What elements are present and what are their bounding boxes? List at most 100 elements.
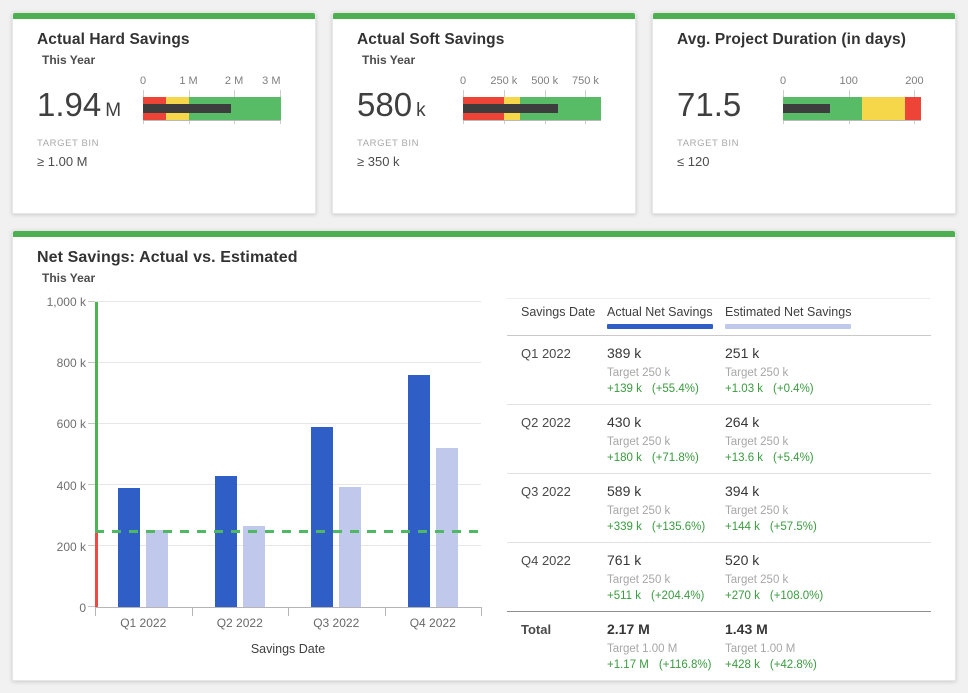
bullet-range-yellow <box>862 97 905 120</box>
actual-series-legend-bar <box>607 324 713 329</box>
table-row-q2-2022[interactable]: Q2 2022430 kTarget 250 k+180 k(+71.8%)26… <box>507 405 931 474</box>
bullet-range-red <box>905 97 921 120</box>
table-row-q1-2022[interactable]: Q1 2022389 kTarget 250 k+139 k(+55.4%)25… <box>507 336 931 405</box>
column-header-estimated-net-savings[interactable]: Estimated Net Savings <box>725 305 931 329</box>
net-savings-card[interactable]: Net Savings: Actual vs. Estimated This Y… <box>12 230 956 681</box>
actual-bar-q1-2022[interactable] <box>118 488 140 607</box>
bullet-tick-label: 100 <box>840 75 858 87</box>
actual-cell: 589 kTarget 250 k+339 k(+135.6%) <box>607 483 725 533</box>
estimated-cell: 1.43 M Target 1.00 M +428 k (+42.8%) <box>725 621 931 671</box>
y-axis-tick <box>88 545 95 546</box>
actual-variance: +1.17 M(+116.8%) <box>607 659 725 671</box>
estimated-bar-q4-2022[interactable] <box>436 448 458 607</box>
kpi-subtitle <box>682 53 931 68</box>
estimated-target: Target 1.00 M <box>725 643 931 655</box>
bullet-tick-labels: 01 M2 M3 M <box>143 75 281 90</box>
estimated-variance: +1.03 k(+0.4%) <box>725 383 931 395</box>
savings-table: Savings Date Actual Net Savings Estimate… <box>507 298 931 680</box>
variance-percent: (+71.8%) <box>652 452 699 464</box>
estimated-target: Target 250 k <box>725 505 931 517</box>
table-row-total[interactable]: Total2.17 MTarget 1.00 M+1.17 M(+116.8%)… <box>507 612 931 680</box>
chart-subtitle: This Year <box>42 271 931 286</box>
actual-value: 589 k <box>607 483 725 499</box>
y-axis: 0200 k400 k600 k800 k1,000 k <box>37 302 95 608</box>
kpi-value: 71.5 <box>677 88 783 121</box>
x-axis-tick <box>288 607 289 616</box>
bullet-body <box>463 90 601 127</box>
variance-percent: (+0.4%) <box>773 383 814 395</box>
variance-percent: (+42.8%) <box>770 659 817 671</box>
column-header-savings-date[interactable]: Savings Date <box>507 305 607 319</box>
estimated-value: 520 k <box>725 552 931 568</box>
column-header-label: Actual Net Savings <box>607 305 713 319</box>
kpi-card-actual-soft-savings[interactable]: Actual Soft Savings This Year 580k 0250 … <box>332 12 636 214</box>
actual-bar-q4-2022[interactable] <box>408 375 430 607</box>
y-axis-tick <box>88 301 95 302</box>
x-axis-tick <box>95 607 96 616</box>
x-axis-label: Q3 2022 <box>288 616 385 630</box>
y-axis-label: 800 k <box>57 356 86 370</box>
plot-area <box>95 302 481 608</box>
estimated-value: 251 k <box>725 345 931 361</box>
variance-absolute: +1.17 M <box>607 659 649 671</box>
actual-target: Target 250 k <box>607 436 725 448</box>
estimated-variance: +428 k (+42.8%) <box>725 659 931 671</box>
target-bin-label: TARGET BIN <box>677 138 931 149</box>
kpi-value-number: 580 <box>357 86 412 123</box>
estimated-bar-q1-2022[interactable] <box>146 530 168 607</box>
column-header-label: Savings Date <box>521 305 595 319</box>
table-body: Q1 2022389 kTarget 250 k+139 k(+55.4%)25… <box>507 336 931 680</box>
estimated-bar-q3-2022[interactable] <box>339 487 361 607</box>
bullet-tick-label: 0 <box>460 75 466 87</box>
estimated-series-legend-bar <box>725 324 851 329</box>
variance-absolute: +511 k <box>607 590 641 602</box>
estimated-value: 1.43 M <box>725 621 931 637</box>
actual-bar-q3-2022[interactable] <box>311 427 333 607</box>
kpi-subtitle: This Year <box>362 53 611 68</box>
actual-value: 389 k <box>607 345 725 361</box>
variance-absolute: +144 k <box>725 521 760 533</box>
kpi-card-actual-hard-savings[interactable]: Actual Hard Savings This Year 1.94M 01 M… <box>12 12 316 214</box>
bi-dashboard: Actual Hard Savings This Year 1.94M 01 M… <box>0 0 968 693</box>
estimated-variance: +13.6 k(+5.4%) <box>725 452 931 464</box>
y-axis-label: 400 k <box>57 479 86 493</box>
column-header-actual-net-savings[interactable]: Actual Net Savings <box>607 305 725 329</box>
actual-value: 2.17 M <box>607 621 725 637</box>
bullet-tick-labels: 0100200 <box>783 75 921 90</box>
bullet-chart-project-duration: 0100200 <box>783 75 921 127</box>
row-period-label: Q1 2022 <box>507 345 607 395</box>
kpi-title: Avg. Project Duration (in days) <box>677 31 931 49</box>
bullet-baseline <box>783 120 921 121</box>
kpi-value: 580k <box>357 88 463 121</box>
y-axis-tick <box>88 423 95 424</box>
bullet-value-bar <box>463 104 558 113</box>
variance-absolute: +13.6 k <box>725 452 763 464</box>
kpi-value-unit: M <box>105 100 121 121</box>
bullet-tick-label: 1 M <box>179 75 197 87</box>
chart-title: Net Savings: Actual vs. Estimated <box>37 249 931 267</box>
variance-absolute: +428 k <box>725 659 760 671</box>
estimated-target: Target 250 k <box>725 367 931 379</box>
bullet-baseline <box>463 120 601 121</box>
target-bin-value: ≤ 120 <box>677 154 931 169</box>
row-period-label: Q3 2022 <box>507 483 607 533</box>
bullet-body <box>143 90 281 127</box>
estimated-variance: +144 k(+57.5%) <box>725 521 931 533</box>
kpi-value-unit: k <box>416 100 426 121</box>
table-row-q3-2022[interactable]: Q3 2022589 kTarget 250 k+339 k(+135.6%)3… <box>507 474 931 543</box>
bullet-tick-label: 500 k <box>531 75 558 87</box>
table-row-q4-2022[interactable]: Q4 2022761 kTarget 250 k+511 k(+204.4%)5… <box>507 543 931 612</box>
bullet-chart-soft-savings: 0250 k500 k750 k <box>463 75 601 127</box>
estimated-target: Target 250 k <box>725 436 931 448</box>
category-q2-2022 <box>192 302 289 607</box>
actual-bar-q2-2022[interactable] <box>215 476 237 607</box>
x-axis-label: Q4 2022 <box>385 616 482 630</box>
estimated-bar-q2-2022[interactable] <box>243 526 265 607</box>
kpi-title: Actual Soft Savings <box>357 31 611 49</box>
category-q4-2022 <box>385 302 482 607</box>
kpi-card-avg-project-duration[interactable]: Avg. Project Duration (in days) 71.5 010… <box>652 12 956 214</box>
kpi-subtitle: This Year <box>42 53 291 68</box>
target-bin-value: ≥ 1.00 M <box>37 154 291 169</box>
estimated-value: 394 k <box>725 483 931 499</box>
actual-cell: 2.17 MTarget 1.00 M+1.17 M(+116.8%) <box>607 621 725 671</box>
